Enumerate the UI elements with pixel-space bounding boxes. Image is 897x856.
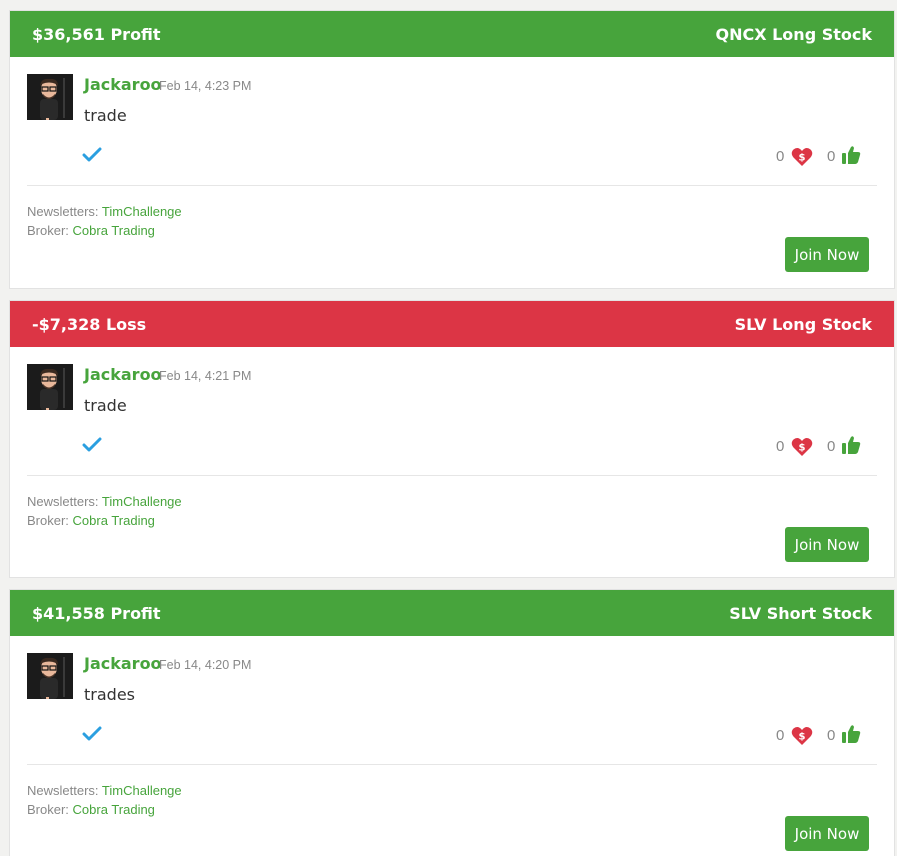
newsletters-label: Newsletters:	[27, 783, 99, 798]
broker-label: Broker:	[27, 223, 69, 238]
newsletters-line: Newsletters: TimChallenge	[27, 783, 182, 798]
broker-link[interactable]: Cobra Trading	[73, 513, 155, 528]
broker-link[interactable]: Cobra Trading	[73, 802, 155, 817]
likes-count: 0	[776, 438, 785, 455]
user-avatar[interactable]	[27, 364, 73, 410]
broker-line: Broker: Cobra Trading	[27, 513, 155, 528]
trade-body: Jackaroo Feb 14, 4:20 PM trades 0 $ 0 Ne…	[10, 636, 894, 856]
newsletters-line: Newsletters: TimChallenge	[27, 494, 182, 509]
trade-feed: $36,561 Profit QNCX Long Stock Jackaroo …	[0, 0, 897, 856]
svg-text:$: $	[799, 153, 806, 164]
thumbs-count: 0	[827, 438, 836, 455]
trade-body: Jackaroo Feb 14, 4:23 PM trade 0 $ 0 New…	[10, 57, 894, 288]
trade-result: $36,561 Profit	[32, 24, 161, 44]
post-text: trade	[84, 106, 127, 125]
thumbs-up-icon[interactable]	[841, 435, 861, 455]
trade-instrument: QNCX Long Stock	[715, 24, 872, 44]
user-avatar[interactable]	[27, 653, 73, 699]
newsletter-link[interactable]: TimChallenge	[102, 494, 182, 509]
svg-text:$: $	[799, 732, 806, 743]
broker-line: Broker: Cobra Trading	[27, 223, 155, 238]
trade-card: $41,558 Profit SLV Short Stock Jackaroo …	[9, 589, 895, 856]
user-avatar[interactable]	[27, 74, 73, 120]
check-icon	[82, 437, 102, 452]
heart-dollar-icon[interactable]: $	[791, 437, 813, 457]
join-now-button[interactable]: Join Now	[785, 237, 869, 272]
thumbs-count: 0	[827, 727, 836, 744]
newsletters-label: Newsletters:	[27, 494, 99, 509]
trade-body: Jackaroo Feb 14, 4:21 PM trade 0 $ 0 New…	[10, 347, 894, 577]
trade-card: -$7,328 Loss SLV Long Stock Jackaroo Feb	[9, 300, 895, 578]
newsletter-link[interactable]: TimChallenge	[102, 783, 182, 798]
heart-dollar-icon[interactable]: $	[791, 726, 813, 746]
divider	[27, 185, 877, 186]
post-text: trades	[84, 685, 135, 704]
broker-line: Broker: Cobra Trading	[27, 802, 155, 817]
trade-result: -$7,328 Loss	[32, 314, 147, 334]
heart-dollar-icon[interactable]: $	[791, 147, 813, 167]
thumbs-count: 0	[827, 148, 836, 165]
join-now-button[interactable]: Join Now	[785, 816, 869, 851]
broker-link[interactable]: Cobra Trading	[73, 223, 155, 238]
trade-card: $36,561 Profit QNCX Long Stock Jackaroo …	[9, 10, 895, 289]
divider	[27, 764, 877, 765]
author-name[interactable]: Jackaroo	[84, 365, 162, 384]
post-timestamp: Feb 14, 4:23 PM	[159, 79, 252, 93]
newsletters-line: Newsletters: TimChallenge	[27, 204, 182, 219]
post-timestamp: Feb 14, 4:20 PM	[159, 658, 252, 672]
trade-result: $41,558 Profit	[32, 603, 161, 623]
trade-instrument: SLV Short Stock	[729, 603, 872, 623]
trade-header: $41,558 Profit SLV Short Stock	[10, 590, 894, 636]
thumbs-up-icon[interactable]	[841, 145, 861, 165]
author-name[interactable]: Jackaroo	[84, 654, 162, 673]
check-icon	[82, 147, 102, 162]
check-icon	[82, 726, 102, 741]
join-now-button[interactable]: Join Now	[785, 527, 869, 562]
thumbs-up-icon[interactable]	[841, 724, 861, 744]
newsletter-link[interactable]: TimChallenge	[102, 204, 182, 219]
likes-count: 0	[776, 148, 785, 165]
broker-label: Broker:	[27, 513, 69, 528]
svg-text:$: $	[799, 443, 806, 454]
post-text: trade	[84, 396, 127, 415]
likes-count: 0	[776, 727, 785, 744]
newsletters-label: Newsletters:	[27, 204, 99, 219]
post-timestamp: Feb 14, 4:21 PM	[159, 369, 252, 383]
author-name[interactable]: Jackaroo	[84, 75, 162, 94]
trade-header: -$7,328 Loss SLV Long Stock	[10, 301, 894, 347]
trade-header: $36,561 Profit QNCX Long Stock	[10, 11, 894, 57]
broker-label: Broker:	[27, 802, 69, 817]
trade-instrument: SLV Long Stock	[734, 314, 872, 334]
divider	[27, 475, 877, 476]
